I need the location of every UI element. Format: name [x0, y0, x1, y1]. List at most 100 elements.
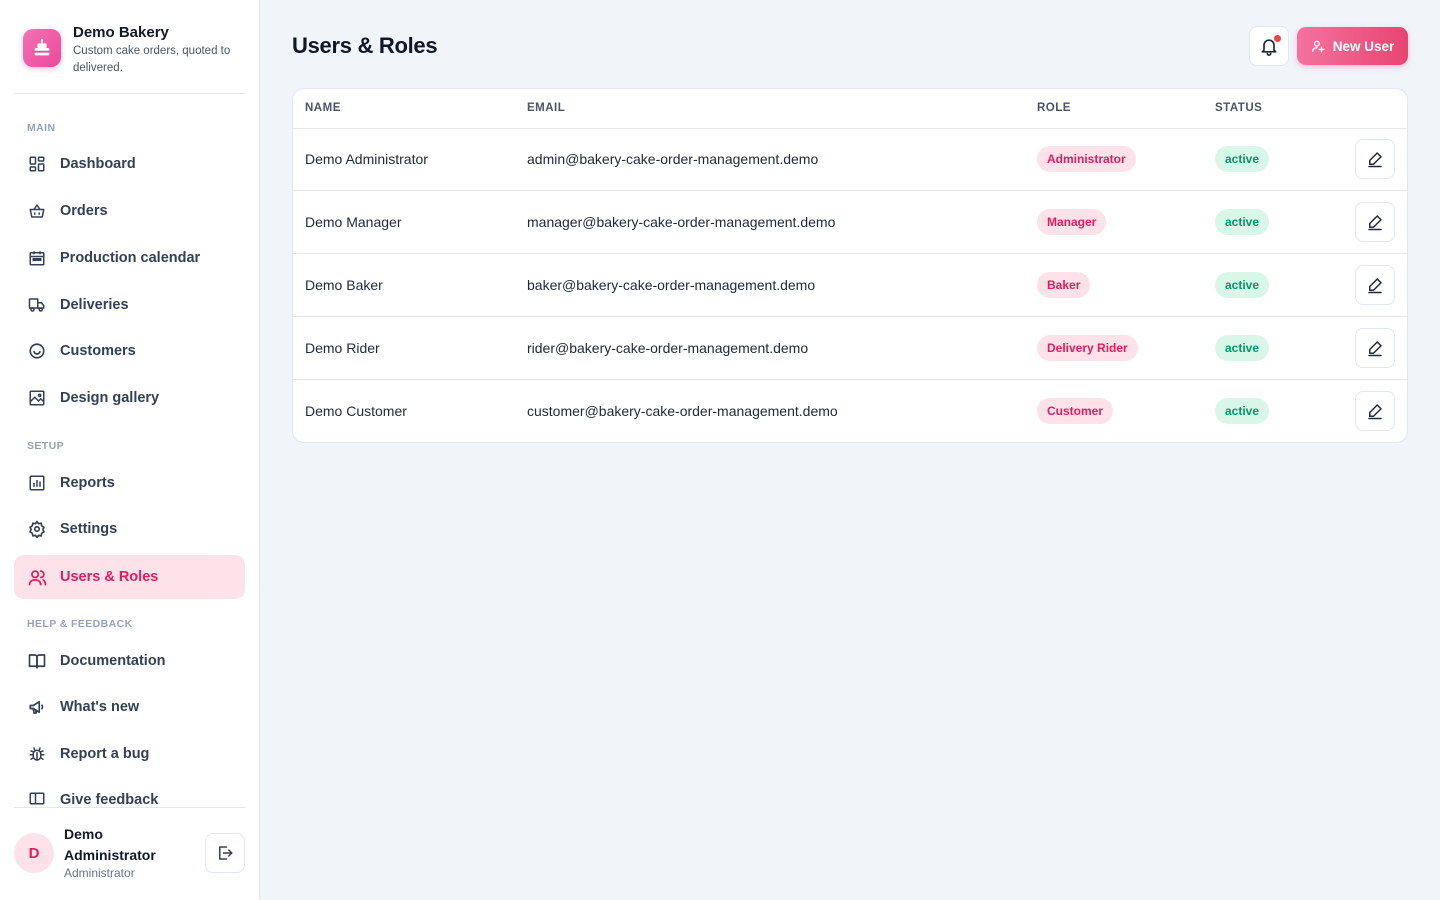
megaphone-icon: [27, 697, 47, 717]
sidebar-item-label: Customers: [60, 343, 136, 359]
status-badge: active: [1215, 146, 1270, 172]
role-badge: Administrator: [1037, 146, 1136, 172]
user-email-cell: rider@bakery-cake-order-management.demo: [527, 340, 809, 356]
column-header-name[interactable]: NAME: [305, 102, 341, 114]
notification-dot: [1273, 34, 1282, 43]
table-row: Demo Rider rider@bakery-cake-order-manag…: [293, 317, 1407, 380]
brand-tagline: Custom cake orders, quoted to delivered.: [73, 45, 231, 74]
book-icon: [27, 651, 47, 671]
table-row: Demo Manager manager@bakery-cake-order-m…: [293, 191, 1407, 254]
sidebar-item-label: Report a bug: [60, 746, 150, 762]
table-row: Demo Customer customer@bakery-cake-order…: [293, 380, 1407, 442]
sidebar-item-dashboard[interactable]: Dashboard: [14, 142, 245, 186]
sidebar-item-whats-new[interactable]: What's new: [14, 685, 245, 729]
sidebar-item-label: Documentation: [60, 653, 166, 669]
sidebar-item-users-roles[interactable]: Users & Roles: [14, 555, 245, 599]
gallery-icon: [27, 388, 47, 408]
sidebar-item-label: What's new: [60, 699, 140, 715]
sidebar-item-label: Production calendar: [60, 250, 201, 266]
user-role: Administrator: [64, 866, 135, 880]
sidebar-item-label: Deliveries: [60, 297, 129, 313]
edit-user-button[interactable]: [1355, 328, 1395, 368]
bug-icon: [27, 744, 47, 764]
brand-name: Demo Bakery: [73, 24, 169, 41]
user-name: Demo Administrator: [64, 826, 156, 863]
user-email-cell: admin@bakery-cake-order-management.demo: [527, 151, 819, 167]
table-row: Demo Baker baker@bakery-cake-order-manag…: [293, 254, 1407, 317]
edit-user-button[interactable]: [1355, 265, 1395, 305]
cake-logo-icon: [23, 29, 61, 67]
sidebar-item-report-bug[interactable]: Report a bug: [14, 732, 245, 776]
sidebar-item-label: Reports: [60, 475, 115, 491]
sidebar-item-production-calendar[interactable]: Production calendar: [14, 236, 245, 280]
edit-user-button[interactable]: [1355, 139, 1395, 179]
pencil-icon: [1366, 213, 1384, 231]
pencil-icon: [1366, 402, 1384, 420]
feedback-icon: [27, 790, 47, 806]
pencil-icon: [1366, 339, 1384, 357]
user-name-cell: Demo Customer: [305, 403, 407, 419]
table-row: Demo Administrator admin@bakery-cake-ord…: [293, 128, 1407, 191]
gear-icon: [27, 519, 47, 539]
logout-icon: [216, 844, 234, 862]
role-badge: Baker: [1037, 272, 1091, 298]
pencil-icon: [1366, 276, 1384, 294]
edit-user-button[interactable]: [1355, 202, 1395, 242]
nav-section-setup: SETUP: [27, 440, 65, 452]
column-header-role[interactable]: ROLE: [1037, 102, 1071, 114]
role-badge: Customer: [1037, 398, 1114, 424]
basket-icon: [27, 201, 47, 221]
delivery-icon: [27, 295, 47, 315]
logout-button[interactable]: [205, 833, 245, 873]
sidebar-item-settings[interactable]: Settings: [14, 507, 245, 551]
status-badge: active: [1215, 209, 1270, 235]
user-email-cell: manager@bakery-cake-order-management.dem…: [527, 214, 836, 230]
user-name-cell: Demo Rider: [305, 340, 380, 356]
sidebar-item-deliveries[interactable]: Deliveries: [14, 283, 245, 327]
sidebar-item-orders[interactable]: Orders: [14, 189, 245, 233]
current-user: D Demo Administrator Administrator: [14, 807, 245, 900]
new-user-label: New User: [1332, 38, 1395, 54]
sidebar: Demo Bakery Custom cake orders, quoted t…: [0, 0, 260, 900]
user-name-cell: Demo Administrator: [305, 151, 428, 167]
status-badge: active: [1215, 272, 1270, 298]
sidebar-item-label: Design gallery: [60, 390, 160, 406]
user-name-cell: Demo Manager: [305, 214, 402, 230]
report-icon: [27, 473, 47, 493]
sidebar-item-design-gallery[interactable]: Design gallery: [14, 376, 245, 420]
calendar-icon: [27, 248, 47, 268]
role-badge: Manager: [1037, 209, 1107, 235]
dashboard-icon: [27, 154, 47, 174]
status-badge: active: [1215, 335, 1270, 361]
nav-section-main: MAIN: [27, 122, 56, 134]
nav-section-help: HELP & FEEDBACK: [27, 618, 133, 630]
sidebar-item-documentation[interactable]: Documentation: [14, 639, 245, 683]
brand-header: Demo Bakery Custom cake orders, quoted t…: [14, 14, 245, 94]
add-user-icon: [1311, 39, 1325, 53]
smile-icon: [27, 341, 47, 361]
sidebar-item-label: Settings: [60, 521, 118, 537]
pencil-icon: [1366, 150, 1384, 168]
sidebar-item-customers[interactable]: Customers: [14, 329, 245, 373]
page-title: Users & Roles: [292, 33, 438, 58]
edit-user-button[interactable]: [1355, 391, 1395, 431]
notifications-button[interactable]: [1249, 26, 1289, 66]
user-name-cell: Demo Baker: [305, 277, 383, 293]
sidebar-item-label: Orders: [60, 203, 108, 219]
sidebar-item-reports[interactable]: Reports: [14, 461, 245, 505]
user-email-cell: baker@bakery-cake-order-management.demo: [527, 277, 816, 293]
column-header-status[interactable]: STATUS: [1215, 102, 1262, 114]
sidebar-item-label: Give feedback: [60, 792, 159, 806]
sidebar-item-label: Dashboard: [60, 156, 136, 172]
sidebar-item-give-feedback[interactable]: Give feedback: [14, 778, 245, 806]
status-badge: active: [1215, 398, 1270, 424]
column-header-email[interactable]: EMAIL: [527, 102, 565, 114]
sidebar-nav[interactable]: MAIN Dashboard Orders Production calenda…: [14, 106, 245, 806]
new-user-button[interactable]: New User: [1297, 27, 1408, 65]
user-email-cell: customer@bakery-cake-order-management.de…: [527, 403, 838, 419]
users-table: NAME EMAIL ROLE STATUS Demo Administrato…: [292, 88, 1408, 443]
sidebar-item-label: Users & Roles: [60, 569, 159, 585]
avatar[interactable]: D: [14, 833, 54, 873]
users-icon: [27, 567, 47, 587]
role-badge: Delivery Rider: [1037, 335, 1138, 361]
